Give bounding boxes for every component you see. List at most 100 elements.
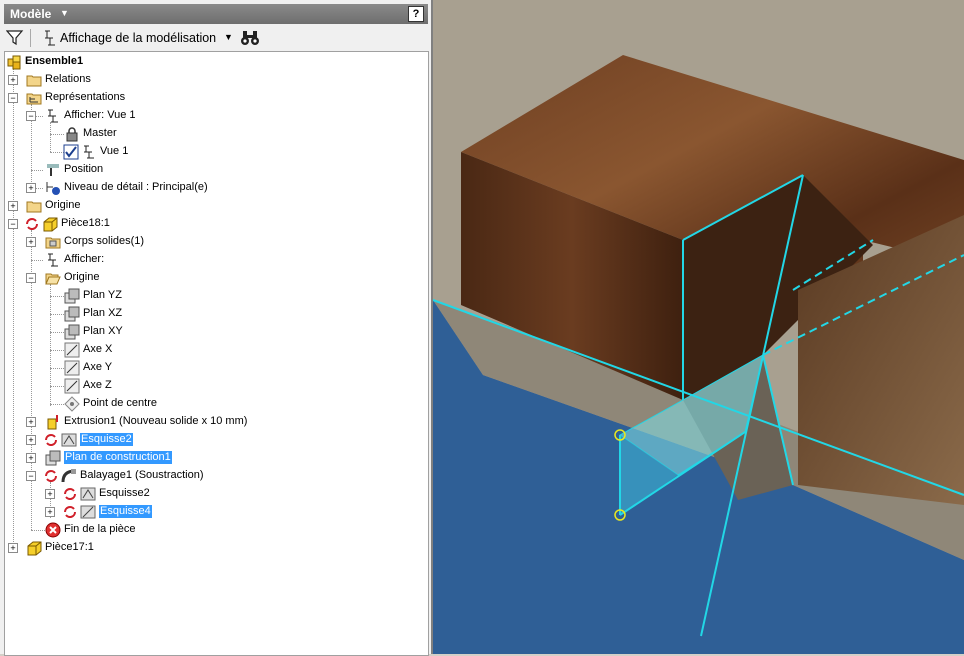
tree-item-origin-assembly[interactable]: + Origine bbox=[5, 197, 425, 215]
tree-item-label: Fin de la pièce bbox=[64, 523, 136, 535]
tree-item-relations[interactable]: + Relations bbox=[5, 71, 425, 89]
tree-item-piece17[interactable]: + Pièce17:1 bbox=[5, 539, 425, 557]
tree-item-balayage1[interactable]: − Balayage1 (Soustraction) bbox=[5, 467, 425, 485]
sketch-icon bbox=[61, 433, 77, 447]
tree-item-label: Esquisse2 bbox=[99, 487, 150, 499]
browser-title: Modèle bbox=[10, 7, 52, 21]
tree-item-label: Esquisse4 bbox=[99, 505, 152, 518]
tree-item-label: Point de centre bbox=[83, 397, 157, 409]
tree-item-label: Pièce17:1 bbox=[45, 541, 94, 553]
3d-viewport[interactable] bbox=[433, 0, 964, 654]
update-arrows-icon bbox=[64, 488, 76, 500]
representations-icon bbox=[26, 93, 42, 105]
tree-item-label: Niveau de détail : Principal(e) bbox=[64, 181, 208, 193]
help-button[interactable]: ? bbox=[408, 6, 424, 22]
solid-bodies-icon bbox=[45, 237, 61, 249]
axis-icon bbox=[64, 378, 80, 394]
tree-item-label: Position bbox=[64, 163, 104, 175]
update-arrows-icon bbox=[64, 506, 76, 518]
tree-item-center-point[interactable]: Point de centre bbox=[5, 395, 425, 413]
folder-icon bbox=[26, 75, 42, 87]
tree-item-esquisse4[interactable]: + Esquisse4 bbox=[5, 503, 425, 521]
tree-item-label: Origine bbox=[45, 199, 81, 211]
tree-item-axe-x[interactable]: Axe X bbox=[5, 341, 425, 359]
expand-icon[interactable]: + bbox=[8, 201, 18, 211]
expand-icon[interactable]: + bbox=[26, 183, 36, 193]
browser-toolbar: Affichage de la modélisation ▼ bbox=[4, 26, 428, 50]
collapse-icon[interactable]: − bbox=[26, 471, 36, 481]
modeling-view-icon bbox=[45, 30, 55, 46]
expand-icon[interactable]: + bbox=[8, 543, 18, 553]
update-arrows-icon bbox=[45, 434, 57, 446]
tree-item-afficher[interactable]: Afficher: bbox=[5, 251, 425, 269]
checkbox-checked-icon[interactable] bbox=[63, 144, 79, 160]
tree-item-plan-xy[interactable]: Plan XY bbox=[5, 323, 425, 341]
expand-icon[interactable]: + bbox=[26, 417, 36, 427]
tree-item-axe-y[interactable]: Axe Y bbox=[5, 359, 425, 377]
tree-item-work-plane1[interactable]: + Plan de construction1 bbox=[5, 449, 425, 467]
plane-icon bbox=[64, 306, 80, 322]
sweep-icon bbox=[61, 469, 76, 483]
tree-item-solid-bodies[interactable]: + Corps solides(1) bbox=[5, 233, 425, 251]
tree-item-view-rep-active[interactable]: − Afficher: Vue 1 bbox=[5, 107, 425, 125]
expand-icon[interactable]: + bbox=[26, 453, 36, 463]
update-arrows-icon bbox=[45, 470, 57, 482]
collapse-icon[interactable]: − bbox=[26, 111, 36, 121]
view-rep-icon bbox=[48, 109, 58, 123]
expand-icon[interactable]: + bbox=[26, 435, 36, 445]
expand-icon[interactable]: + bbox=[26, 237, 36, 247]
tree-item-plan-xz[interactable]: Plan XZ bbox=[5, 305, 425, 323]
tree-item-label: Origine bbox=[64, 271, 100, 283]
collapse-icon[interactable]: − bbox=[26, 273, 36, 283]
axis-icon bbox=[64, 360, 80, 376]
collapse-icon[interactable]: − bbox=[8, 93, 18, 103]
end-of-part-icon bbox=[45, 522, 61, 538]
tree-item-master[interactable]: Master bbox=[5, 125, 425, 143]
tree-item-label: Axe Y bbox=[83, 361, 113, 373]
tree-item-vue1[interactable]: Vue 1 bbox=[5, 143, 425, 161]
toolbar-separator bbox=[30, 29, 31, 47]
open-folder-icon bbox=[45, 273, 61, 285]
plane-icon bbox=[64, 288, 80, 304]
tree-item-esquisse2[interactable]: + Esquisse2 bbox=[5, 431, 425, 449]
tree-item-origin-part[interactable]: − Origine bbox=[5, 269, 425, 287]
tree-item-label: Plan XZ bbox=[83, 307, 123, 319]
expand-icon[interactable]: + bbox=[45, 489, 55, 499]
tree-item-label: Vue 1 bbox=[100, 145, 129, 157]
tree-item-piece18[interactable]: − Pièce18:1 bbox=[5, 215, 425, 233]
expand-icon[interactable]: + bbox=[45, 507, 55, 517]
part-icon bbox=[43, 217, 58, 232]
tree-item-position[interactable]: Position bbox=[5, 161, 425, 179]
tree-item-label: Axe X bbox=[83, 343, 113, 355]
axis-icon bbox=[64, 342, 80, 358]
view-rep-icon bbox=[84, 145, 94, 159]
tree-item-label: Balayage1 (Soustraction) bbox=[80, 469, 204, 481]
part-icon bbox=[27, 541, 42, 556]
model-tree: Ensemble1 + Relations − Représentations … bbox=[4, 51, 429, 656]
tree-item-representations[interactable]: − Représentations bbox=[5, 89, 425, 107]
collapse-icon[interactable]: − bbox=[8, 219, 18, 229]
filter-icon[interactable] bbox=[6, 30, 24, 46]
tree-item-plan-yz[interactable]: Plan YZ bbox=[5, 287, 425, 305]
view-mode-dropdown-icon[interactable]: ▼ bbox=[224, 32, 233, 42]
plane-icon bbox=[64, 324, 80, 340]
tree-item-label: Relations bbox=[45, 73, 91, 85]
tree-item-axe-z[interactable]: Axe Z bbox=[5, 377, 425, 395]
tree-item-label: Extrusion1 (Nouveau solide x 10 mm) bbox=[64, 415, 248, 427]
tree-item-extrusion1[interactable]: + Extrusion1 (Nouveau solide x 10 mm) bbox=[5, 413, 425, 431]
title-dropdown-icon[interactable]: ▼ bbox=[60, 8, 69, 18]
browser-title-bar[interactable]: Modèle ▼ ? bbox=[4, 4, 428, 24]
lock-icon bbox=[66, 127, 78, 142]
find-binoculars-icon[interactable] bbox=[240, 29, 260, 47]
tree-item-end-of-part[interactable]: Fin de la pièce bbox=[5, 521, 425, 539]
tree-item-label: Ensemble1 bbox=[25, 55, 84, 67]
tree-item-balayage-esquisse2[interactable]: + Esquisse2 bbox=[5, 485, 425, 503]
center-point-icon bbox=[64, 396, 80, 412]
view-mode-label[interactable]: Affichage de la modélisation bbox=[60, 31, 216, 45]
tree-item-ensemble1[interactable]: Ensemble1 bbox=[5, 53, 425, 71]
tree-item-label: Plan XY bbox=[83, 325, 123, 337]
tree-item-level-of-detail[interactable]: + Niveau de détail : Principal(e) bbox=[5, 179, 425, 197]
update-arrows-icon bbox=[26, 218, 38, 230]
expand-icon[interactable]: + bbox=[8, 75, 18, 85]
tree-item-label: Corps solides(1) bbox=[64, 235, 145, 247]
